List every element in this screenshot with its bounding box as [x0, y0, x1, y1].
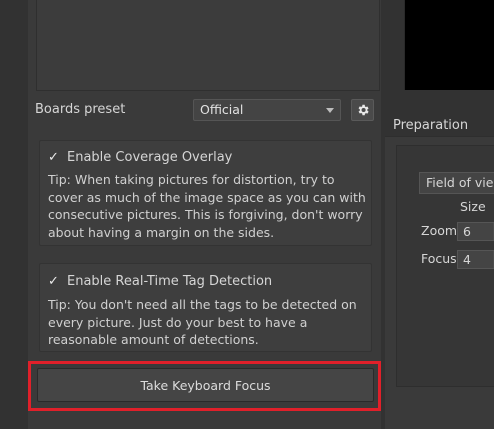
- boards-settings-button[interactable]: [351, 99, 374, 121]
- zoom-label: Zoom: [421, 223, 458, 238]
- camera-preview: [404, 0, 494, 90]
- zoom-value: 6: [463, 224, 471, 239]
- tag-detection-group: ✓ Enable Real-Time Tag Detection Tip: Yo…: [39, 263, 372, 352]
- coverage-checkbox[interactable]: ✓ Enable Coverage Overlay: [48, 150, 232, 165]
- boards-preset-label: Boards preset: [35, 102, 126, 117]
- highlight-box: [28, 361, 381, 411]
- focus-spinbox[interactable]: 4: [457, 250, 494, 269]
- focus-label: Focus: [421, 251, 457, 266]
- checkmark-icon: ✓: [48, 274, 59, 289]
- field-of-view-label: Field of view: [426, 175, 494, 190]
- focus-value: 4: [463, 252, 471, 267]
- tag-detection-tip: Tip: You don't need all the tags to be d…: [48, 297, 357, 347]
- checkmark-icon: ✓: [48, 150, 59, 165]
- coverage-checkbox-label: Enable Coverage Overlay: [67, 150, 233, 165]
- preview-box: [36, 0, 380, 91]
- chevron-down-icon: [326, 108, 334, 113]
- field-of-view-select[interactable]: Field of view: [419, 172, 494, 194]
- gear-icon: [358, 104, 369, 116]
- zoom-spinbox[interactable]: 6: [457, 222, 494, 241]
- coverage-tip: Tip: When taking pictures for distortion…: [48, 172, 366, 240]
- boards-preset-value: Official: [200, 102, 244, 117]
- size-label: Size: [460, 199, 486, 214]
- tag-detection-checkbox-label: Enable Real-Time Tag Detection: [67, 274, 273, 289]
- coverage-group: ✓ Enable Coverage Overlay Tip: When taki…: [39, 140, 372, 246]
- tag-detection-checkbox[interactable]: ✓ Enable Real-Time Tag Detection: [48, 274, 272, 289]
- boards-preset-select[interactable]: Official: [193, 99, 341, 121]
- preparation-label: Preparation: [393, 118, 469, 133]
